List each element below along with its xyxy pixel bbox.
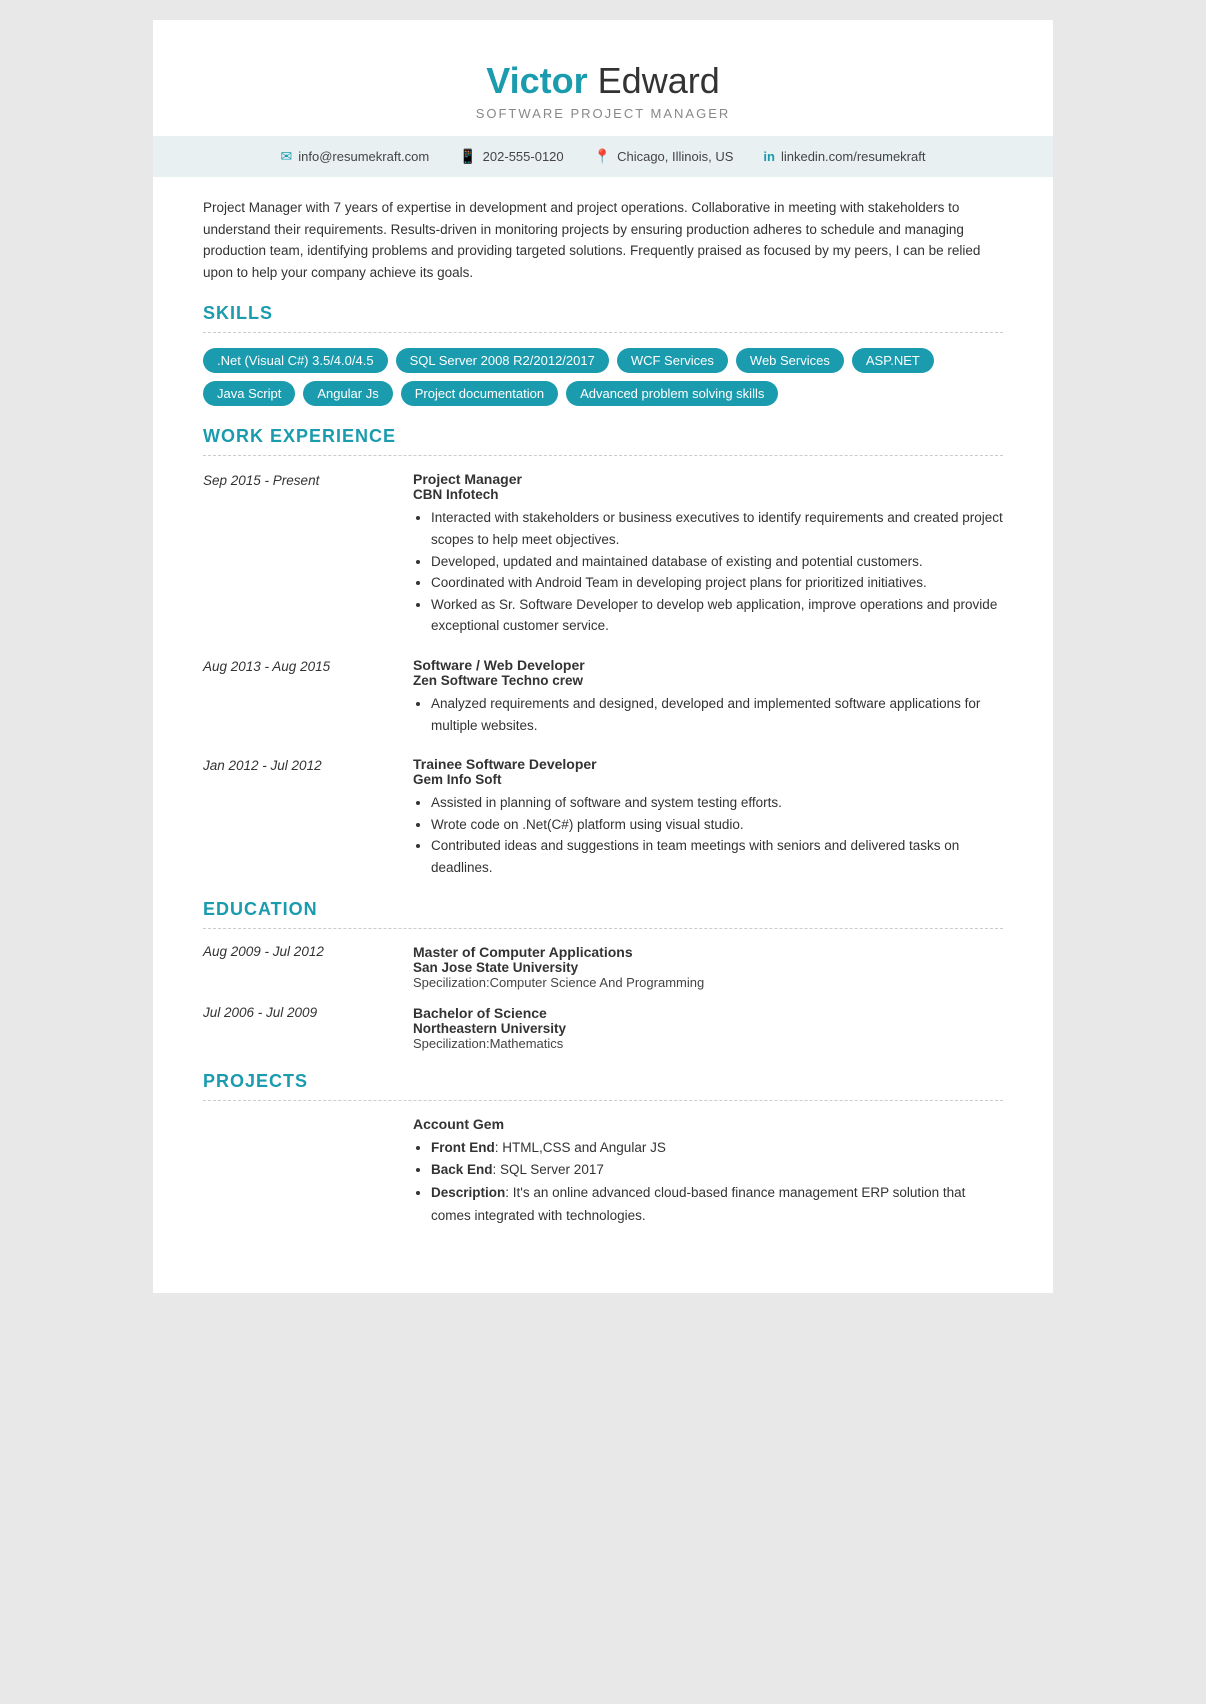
- work-divider: [203, 455, 1003, 456]
- edu-specialization: Specilization:Computer Science And Progr…: [413, 975, 1003, 990]
- work-bullets: Interacted with stakeholders or business…: [413, 507, 1003, 637]
- work-details: Software / Web DeveloperZen Software Tec…: [413, 657, 1003, 736]
- location-text: Chicago, Illinois, US: [617, 149, 733, 164]
- skill-tag: Project documentation: [401, 381, 558, 406]
- work-entry: Jan 2012 - Jul 2012Trainee Software Deve…: [203, 756, 1003, 878]
- edu-specialization: Specilization:Mathematics: [413, 1036, 1003, 1051]
- work-title: Trainee Software Developer: [413, 756, 1003, 772]
- work-company: Zen Software Techno crew: [413, 673, 1003, 688]
- work-details: Trainee Software DeveloperGem Info Soft A…: [413, 756, 1003, 878]
- work-bullet: Developed, updated and maintained databa…: [431, 551, 1003, 573]
- location-icon: 📍: [594, 148, 611, 165]
- project-bullets: Front End: HTML,CSS and Angular JSBack E…: [413, 1137, 1003, 1229]
- email-text: info@resumekraft.com: [298, 149, 429, 164]
- last-name: Edward: [598, 60, 720, 101]
- skills-section-title: SKILLS: [203, 303, 1003, 324]
- skill-tag: Angular Js: [303, 381, 392, 406]
- work-company: Gem Info Soft: [413, 772, 1003, 787]
- email-contact: ✉ info@resumekraft.com: [281, 148, 430, 165]
- skill-tag: Advanced problem solving skills: [566, 381, 778, 406]
- project-bullet: Description: It's an online advanced clo…: [431, 1182, 1003, 1228]
- edu-degree: Bachelor of Science: [413, 1005, 1003, 1021]
- work-bullet: Contributed ideas and suggestions in tea…: [431, 835, 1003, 878]
- skill-tag: WCF Services: [617, 348, 728, 373]
- contact-bar: ✉ info@resumekraft.com 📱 202-555-0120 📍 …: [153, 136, 1053, 177]
- work-bullets: Analyzed requirements and designed, deve…: [413, 693, 1003, 736]
- skill-tag: Web Services: [736, 348, 844, 373]
- skill-tag: Java Script: [203, 381, 295, 406]
- edu-school: Northeastern University: [413, 1021, 1003, 1036]
- phone-contact: 📱 202-555-0120: [459, 148, 563, 165]
- work-bullets: Assisted in planning of software and sys…: [413, 792, 1003, 878]
- resume-header: Victor Edward SOFTWARE PROJECT MANAGER: [203, 60, 1003, 121]
- work-date: Aug 2013 - Aug 2015: [203, 657, 403, 736]
- skills-divider: [203, 332, 1003, 333]
- work-bullet: Interacted with stakeholders or business…: [431, 507, 1003, 550]
- edu-details: Bachelor of ScienceNortheastern Universi…: [413, 1005, 1003, 1051]
- work-entry: Aug 2013 - Aug 2015Software / Web Develo…: [203, 657, 1003, 736]
- summary-text: Project Manager with 7 years of expertis…: [203, 197, 1003, 283]
- skill-tag: ASP.NET: [852, 348, 934, 373]
- edu-degree: Master of Computer Applications: [413, 944, 1003, 960]
- project-bullet: Front End: HTML,CSS and Angular JS: [431, 1137, 1003, 1160]
- skills-container: .Net (Visual C#) 3.5/4.0/4.5 SQL Server 2…: [203, 348, 1003, 406]
- edu-date: Aug 2009 - Jul 2012: [203, 944, 403, 990]
- job-title: SOFTWARE PROJECT MANAGER: [203, 106, 1003, 121]
- project-bullet: Back End: SQL Server 2017: [431, 1159, 1003, 1182]
- work-date: Jan 2012 - Jul 2012: [203, 756, 403, 878]
- phone-icon: 📱: [459, 148, 476, 165]
- projects-divider: [203, 1100, 1003, 1101]
- project-entry: Account Gem Front End: HTML,CSS and Angul…: [203, 1116, 1003, 1229]
- resume-document: Victor Edward SOFTWARE PROJECT MANAGER ✉…: [153, 20, 1053, 1293]
- work-date: Sep 2015 - Present: [203, 471, 403, 637]
- work-bullet: Assisted in planning of software and sys…: [431, 792, 1003, 814]
- edu-date: Jul 2006 - Jul 2009: [203, 1005, 403, 1051]
- work-bullet: Analyzed requirements and designed, deve…: [431, 693, 1003, 736]
- work-section-title: WORK EXPERIENCE: [203, 426, 1003, 447]
- education-entry: Aug 2009 - Jul 2012Master of Computer Ap…: [203, 944, 1003, 990]
- project-date-empty: [203, 1116, 403, 1229]
- projects-section-title: PROJECTS: [203, 1071, 1003, 1092]
- project-details: Account Gem Front End: HTML,CSS and Angul…: [413, 1116, 1003, 1229]
- edu-school: San Jose State University: [413, 960, 1003, 975]
- work-bullet: Coordinated with Android Team in develop…: [431, 572, 1003, 594]
- edu-details: Master of Computer ApplicationsSan Jose …: [413, 944, 1003, 990]
- work-bullet: Wrote code on .Net(C#) platform using vi…: [431, 814, 1003, 836]
- education-entries: Aug 2009 - Jul 2012Master of Computer Ap…: [203, 944, 1003, 1051]
- education-divider: [203, 928, 1003, 929]
- work-title: Software / Web Developer: [413, 657, 1003, 673]
- work-entry: Sep 2015 - PresentProject ManagerCBN Inf…: [203, 471, 1003, 637]
- project-name: Account Gem: [413, 1116, 1003, 1132]
- work-entries: Sep 2015 - PresentProject ManagerCBN Inf…: [203, 471, 1003, 878]
- candidate-name: Victor Edward: [203, 60, 1003, 102]
- work-company: CBN Infotech: [413, 487, 1003, 502]
- work-title: Project Manager: [413, 471, 1003, 487]
- linkedin-contact: in linkedin.com/resumekraft: [763, 149, 925, 164]
- work-bullet: Worked as Sr. Software Developer to deve…: [431, 594, 1003, 637]
- skill-tag: .Net (Visual C#) 3.5/4.0/4.5: [203, 348, 388, 373]
- work-details: Project ManagerCBN Infotech Interacted wi…: [413, 471, 1003, 637]
- email-icon: ✉: [281, 148, 293, 165]
- phone-text: 202-555-0120: [483, 149, 564, 164]
- skill-tag: SQL Server 2008 R2/2012/2017: [396, 348, 609, 373]
- projects-entries: Account Gem Front End: HTML,CSS and Angul…: [203, 1116, 1003, 1229]
- linkedin-text: linkedin.com/resumekraft: [781, 149, 926, 164]
- first-name: Victor: [486, 60, 587, 101]
- location-contact: 📍 Chicago, Illinois, US: [594, 148, 734, 165]
- linkedin-icon: in: [763, 149, 775, 164]
- education-section-title: EDUCATION: [203, 899, 1003, 920]
- education-entry: Jul 2006 - Jul 2009Bachelor of ScienceNo…: [203, 1005, 1003, 1051]
